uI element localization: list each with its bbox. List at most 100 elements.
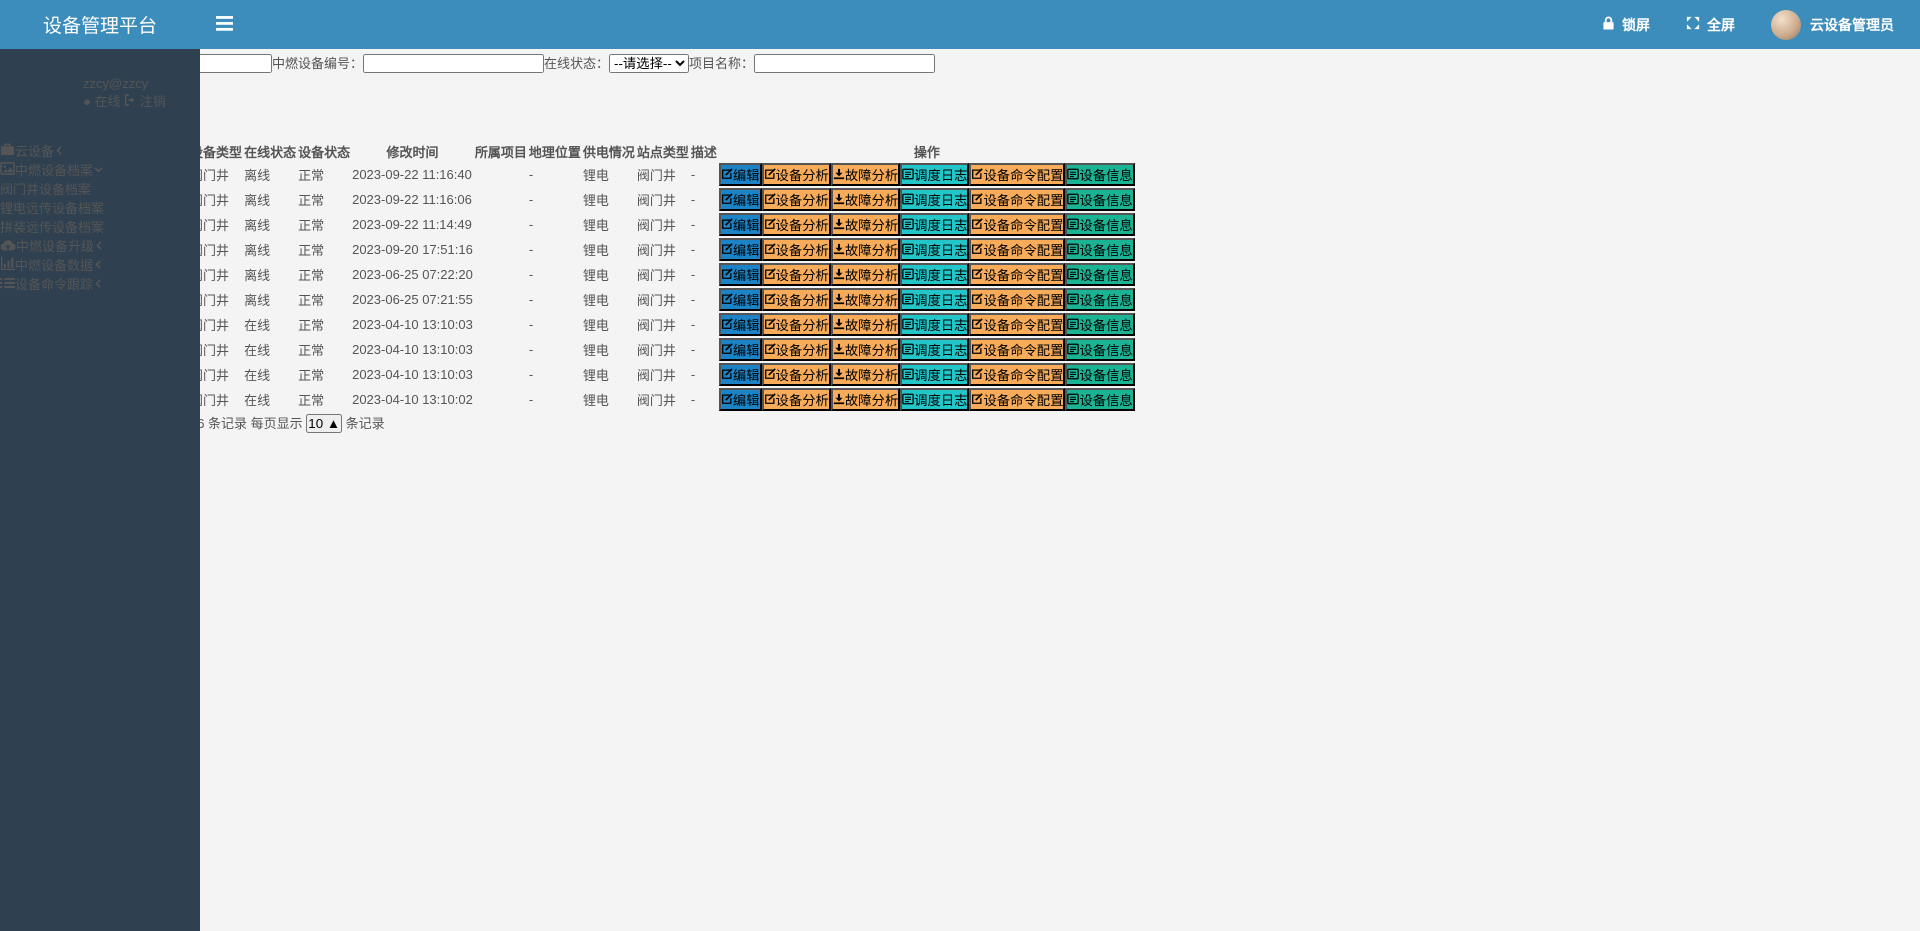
row-action-list-alt-button[interactable]: 设备信息	[1065, 288, 1134, 311]
cell-online-status: 离线	[244, 288, 296, 311]
row-action-list-alt-button[interactable]: 设备信息	[1065, 263, 1134, 286]
row-action-edit-button[interactable]: 编辑	[719, 213, 762, 236]
sidebar-item[interactable]: 设备命令跟踪	[0, 274, 200, 293]
column-header: 在线状态	[244, 142, 296, 161]
cell-project	[475, 363, 527, 386]
sidebar-item[interactable]: 中燃设备升级	[0, 236, 200, 255]
lock-screen-button[interactable]: 锁屏	[1602, 15, 1650, 35]
row-action-download-button[interactable]: 故障分析	[831, 338, 900, 361]
row-action-edit-button[interactable]: 编辑	[719, 263, 762, 286]
sidebar-subitem[interactable]: 拼装远传设备档案	[0, 217, 200, 236]
row-action-download-button[interactable]: 故障分析	[831, 238, 900, 261]
row-action-edit-button[interactable]: 设备命令配置	[969, 163, 1065, 186]
row-action-list-alt-button[interactable]: 调度日志	[900, 213, 969, 236]
search-field-input[interactable]	[754, 54, 935, 73]
row-action-edit-button[interactable]: 编辑	[719, 338, 762, 361]
edit-icon	[971, 193, 983, 208]
row-action-edit-button[interactable]: 设备分析	[762, 313, 831, 336]
row-action-list-alt-button[interactable]: 设备信息	[1065, 163, 1134, 186]
row-action-download-button[interactable]: 故障分析	[831, 313, 900, 336]
row-action-edit-button[interactable]: 设备分析	[762, 188, 831, 211]
row-action-list-alt-button[interactable]: 调度日志	[900, 363, 969, 386]
row-action-list-alt-button[interactable]: 设备信息	[1065, 238, 1134, 261]
sidebar-item[interactable]: 云设备	[0, 141, 200, 160]
row-action-list-alt-button[interactable]: 调度日志	[900, 313, 969, 336]
sidebar-toggle-button[interactable]	[200, 0, 248, 49]
row-action-edit-button[interactable]: 编辑	[719, 238, 762, 261]
row-action-download-button[interactable]: 故障分析	[831, 188, 900, 211]
row-action-edit-button[interactable]: 编辑	[719, 363, 762, 386]
edit-icon	[721, 168, 733, 183]
row-action-edit-button[interactable]: 编辑	[719, 188, 762, 211]
row-action-edit-button[interactable]: 设备命令配置	[969, 338, 1065, 361]
sidebar-item[interactable]: 中燃设备档案	[0, 160, 200, 179]
row-action-list-alt-button[interactable]: 调度日志	[900, 188, 969, 211]
sidebar-item[interactable]: 中燃设备数据	[0, 255, 200, 274]
row-action-download-button[interactable]: 故障分析	[831, 388, 900, 411]
row-action-list-alt-button[interactable]: 设备信息	[1065, 388, 1134, 411]
row-action-download-button[interactable]: 故障分析	[831, 213, 900, 236]
row-action-edit-button[interactable]: 设备命令配置	[969, 313, 1065, 336]
action-label: 设备命令配置	[983, 168, 1063, 183]
row-action-list-alt-button[interactable]: 设备信息	[1065, 213, 1134, 236]
row-action-edit-button[interactable]: 设备命令配置	[969, 388, 1065, 411]
search-field-input[interactable]	[363, 54, 544, 73]
row-action-edit-button[interactable]: 设备命令配置	[969, 238, 1065, 261]
row-action-edit-button[interactable]: 设备分析	[762, 163, 831, 186]
row-action-edit-button[interactable]: 编辑	[719, 313, 762, 336]
fullscreen-button[interactable]: 全屏	[1686, 15, 1735, 35]
row-action-edit-button[interactable]: 设备命令配置	[969, 263, 1065, 286]
cell-project	[475, 238, 527, 261]
row-action-edit-button[interactable]: 设备分析	[762, 288, 831, 311]
row-action-list-alt-button[interactable]: 调度日志	[900, 163, 969, 186]
user-menu[interactable]: 云设备管理员	[1771, 10, 1894, 40]
edit-icon	[764, 393, 776, 408]
row-action-edit-button[interactable]: 设备分析	[762, 338, 831, 361]
bars-icon	[216, 16, 233, 34]
row-action-edit-button[interactable]: 设备命令配置	[969, 288, 1065, 311]
row-action-list-alt-button[interactable]: 设备信息	[1065, 188, 1134, 211]
row-action-list-alt-button[interactable]: 调度日志	[900, 238, 969, 261]
row-action-edit-button[interactable]: 设备命令配置	[969, 188, 1065, 211]
cell-geo: -	[529, 288, 581, 311]
row-action-edit-button[interactable]: 设备分析	[762, 363, 831, 386]
sidebar-subitem[interactable]: 阀门井设备档案	[0, 179, 200, 198]
main-area: « 首页阀门井设备档案✕ » 刷新 系统设备编号：中燃设备编号：在线状态：--请…	[0, 0, 1920, 467]
device-status-badge: 正常	[298, 268, 324, 283]
cell-desc: -	[691, 363, 717, 386]
row-action-edit-button[interactable]: 设备分析	[762, 263, 831, 286]
row-action-edit-button[interactable]: 设备命令配置	[969, 363, 1065, 386]
cell-station-type: 阀门井	[637, 238, 689, 261]
row-action-download-button[interactable]: 故障分析	[831, 163, 900, 186]
row-action-edit-button[interactable]: 编辑	[719, 163, 762, 186]
action-label: 编辑	[733, 368, 760, 383]
row-action-list-alt-button[interactable]: 调度日志	[900, 288, 969, 311]
cell-actions: 编辑设备分析故障分析 调度日志设备命令配置设备信息	[719, 263, 1135, 286]
cell-station-type: 阀门井	[637, 213, 689, 236]
row-action-edit-button[interactable]: 编辑	[719, 288, 762, 311]
row-action-edit-button[interactable]: 设备分析	[762, 238, 831, 261]
logout-button[interactable]: 注销	[124, 94, 166, 109]
action-label: 调度日志	[914, 268, 967, 283]
row-action-edit-button[interactable]: 编辑	[719, 388, 762, 411]
row-action-list-alt-button[interactable]: 调度日志	[900, 263, 969, 286]
cell-project	[475, 213, 527, 236]
row-action-download-button[interactable]: 故障分析	[831, 263, 900, 286]
row-action-list-alt-button[interactable]: 调度日志	[900, 388, 969, 411]
row-action-list-alt-button[interactable]: 设备信息	[1065, 338, 1134, 361]
row-action-list-alt-button[interactable]: 设备信息	[1065, 363, 1134, 386]
online-status-select[interactable]: --请选择--	[609, 54, 689, 73]
row-action-download-button[interactable]: 故障分析	[831, 288, 900, 311]
app-logo[interactable]: 设备管理平台	[0, 0, 200, 49]
row-action-edit-button[interactable]: 设备分析	[762, 213, 831, 236]
action-label: 故障分析	[845, 268, 898, 283]
row-action-edit-button[interactable]: 设备分析	[762, 388, 831, 411]
row-action-list-alt-button[interactable]: 设备信息	[1065, 313, 1134, 336]
action-label: 设备信息	[1079, 293, 1132, 308]
row-action-download-button[interactable]: 故障分析	[831, 363, 900, 386]
row-action-edit-button[interactable]: 设备命令配置	[969, 213, 1065, 236]
page-size-dropdown[interactable]: 10 ▲	[306, 414, 342, 433]
sidebar-subitem[interactable]: 锂电远传设备档案	[0, 198, 200, 217]
row-action-list-alt-button[interactable]: 调度日志	[900, 338, 969, 361]
edit-icon	[721, 318, 733, 333]
